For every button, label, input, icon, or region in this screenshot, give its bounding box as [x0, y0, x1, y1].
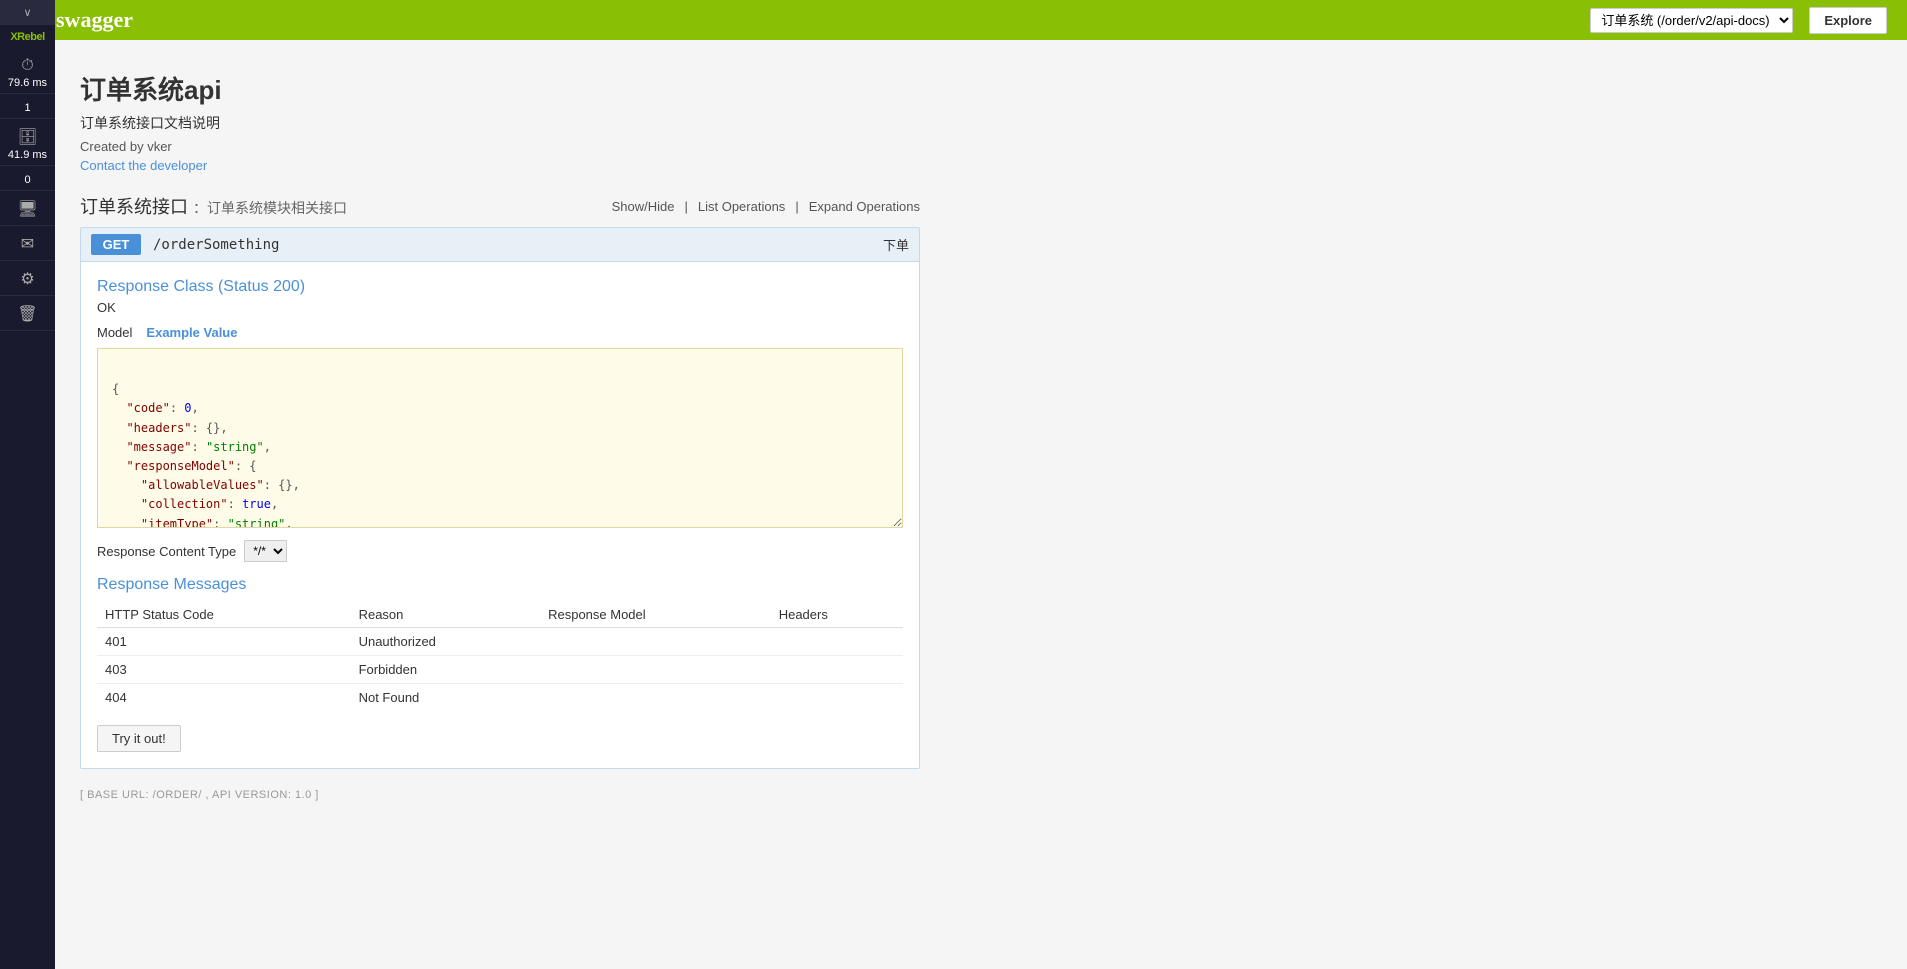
operation-body: Response Class (Status 200) OK Model Exa… — [81, 261, 919, 768]
http-method-badge: GET — [91, 234, 141, 255]
xrebel-collapse-btn[interactable]: ∨ — [0, 0, 55, 25]
operation-path: /orderSomething — [153, 237, 883, 253]
response-ok-text: OK — [97, 300, 903, 315]
model-tab[interactable]: Model — [97, 325, 132, 340]
gear-icon: ⚙ — [20, 269, 34, 289]
main-content: 订单系统api 订单系统接口文档说明 Created by vker Conta… — [60, 40, 960, 831]
database-icon: 🗄 — [17, 127, 37, 147]
xrebel-sidebar: ∨ XRebel ⏱ 79.6 ms 1 🗄 41.9 ms 0 🖥 ✉ ⚙ 🗑 — [0, 0, 55, 969]
chevron-down-icon: ∨ — [23, 6, 31, 19]
model-401 — [540, 628, 771, 656]
api-group-header: 订单系统接口 ：订单系统模块相关接口 Show/Hide | List Oper… — [80, 193, 920, 219]
table-header-reason: Reason — [351, 602, 541, 628]
separator2: | — [795, 199, 798, 214]
table-header-model: Response Model — [540, 602, 771, 628]
example-value-tab[interactable]: Example Value — [146, 325, 237, 340]
api-footer: [ BASE URL: /order/ , API VERSION: 1.0 ] — [80, 789, 920, 801]
headers-401 — [771, 628, 903, 656]
status-404: 404 — [97, 684, 351, 712]
explore-button[interactable]: Explore — [1809, 7, 1887, 34]
response-messages-table: HTTP Status Code Reason Response Model H… — [97, 602, 903, 711]
operation-get-order: GET /orderSomething 下单 Response Class (S… — [80, 227, 920, 769]
reason-404: Not Found — [351, 684, 541, 712]
xrebel-timer-item[interactable]: ⏱ 79.6 ms — [0, 49, 55, 94]
table-header-headers: Headers — [771, 602, 903, 628]
response-messages-title: Response Messages — [97, 576, 903, 594]
try-it-out-button[interactable]: Try it out! — [97, 725, 181, 752]
created-by-text: Created by vker — [80, 139, 920, 154]
xrebel-count1-value: 1 — [24, 102, 30, 114]
separator1: | — [684, 199, 687, 214]
table-row: 401 Unauthorized — [97, 628, 903, 656]
timer-icon: ⏱ — [21, 57, 33, 75]
xrebel-trash-item[interactable]: 🗑 — [0, 296, 55, 331]
table-row: 404 Not Found — [97, 684, 903, 712]
api-group-actions: Show/Hide | List Operations | Expand Ope… — [612, 199, 920, 214]
operation-header[interactable]: GET /orderSomething 下单 — [81, 228, 919, 261]
operation-summary: 下单 — [883, 235, 909, 254]
json-content: { "code": 0, "headers": {}, "message": "… — [112, 382, 300, 528]
xrebel-timer-value: 79.6 ms — [8, 77, 47, 89]
api-group-name: 订单系统接口 — [80, 197, 188, 217]
show-hide-link[interactable]: Show/Hide — [612, 199, 675, 214]
api-group-title: 订单系统接口 ：订单系统模块相关接口 — [80, 193, 612, 219]
api-url-select[interactable]: 订单系统 (/order/v2/api-docs) — [1590, 8, 1793, 33]
xrebel-db-item[interactable]: 🗄 41.9 ms — [0, 119, 55, 166]
status-403: 403 — [97, 656, 351, 684]
response-content-type-row: Response Content Type */* — [97, 540, 903, 562]
trash-icon: 🗑 — [17, 304, 37, 324]
api-group-subtitle: ：订单系统模块相关接口 — [193, 200, 347, 216]
response-class-title: Response Class (Status 200) — [97, 278, 903, 296]
mail-icon: ✉ — [21, 234, 34, 254]
headers-403 — [771, 656, 903, 684]
headers-404 — [771, 684, 903, 712]
contact-developer-link[interactable]: Contact the developer — [80, 158, 920, 173]
list-operations-link[interactable]: List Operations — [698, 199, 785, 214]
xrebel-count2-value: 0 — [24, 174, 30, 186]
xrebel-db-value: 41.9 ms — [8, 149, 47, 161]
expand-operations-link[interactable]: Expand Operations — [809, 199, 920, 214]
top-navbar: {} swagger 订单系统 (/order/v2/api-docs) Exp… — [0, 0, 1907, 40]
api-group: 订单系统接口 ：订单系统模块相关接口 Show/Hide | List Oper… — [80, 193, 920, 769]
reason-403: Forbidden — [351, 656, 541, 684]
xrebel-brand-label: XRebel — [10, 31, 44, 43]
xrebel-settings-item[interactable]: ⚙ — [0, 261, 55, 296]
model-403 — [540, 656, 771, 684]
status-401: 401 — [97, 628, 351, 656]
xrebel-mail-item[interactable]: ✉ — [0, 226, 55, 261]
monitor-icon: 🖥 — [17, 199, 37, 219]
response-content-type-label: Response Content Type — [97, 544, 236, 559]
api-description: 订单系统接口文档说明 — [80, 113, 920, 133]
model-404 — [540, 684, 771, 712]
swagger-logo-text: swagger — [56, 7, 133, 33]
reason-401: Unauthorized — [351, 628, 541, 656]
xrebel-count1-item[interactable]: 1 — [0, 94, 55, 119]
xrebel-monitor-item[interactable]: 🖥 — [0, 191, 55, 226]
xrebel-count2-item[interactable]: 0 — [0, 166, 55, 191]
response-content-type-select[interactable]: */* — [244, 540, 287, 562]
table-header-status: HTTP Status Code — [97, 602, 351, 628]
table-row: 403 Forbidden — [97, 656, 903, 684]
model-tabs: Model Example Value — [97, 325, 903, 340]
api-title: 订单系统api — [80, 70, 920, 107]
json-example-box: { "code": 0, "headers": {}, "message": "… — [97, 348, 903, 528]
